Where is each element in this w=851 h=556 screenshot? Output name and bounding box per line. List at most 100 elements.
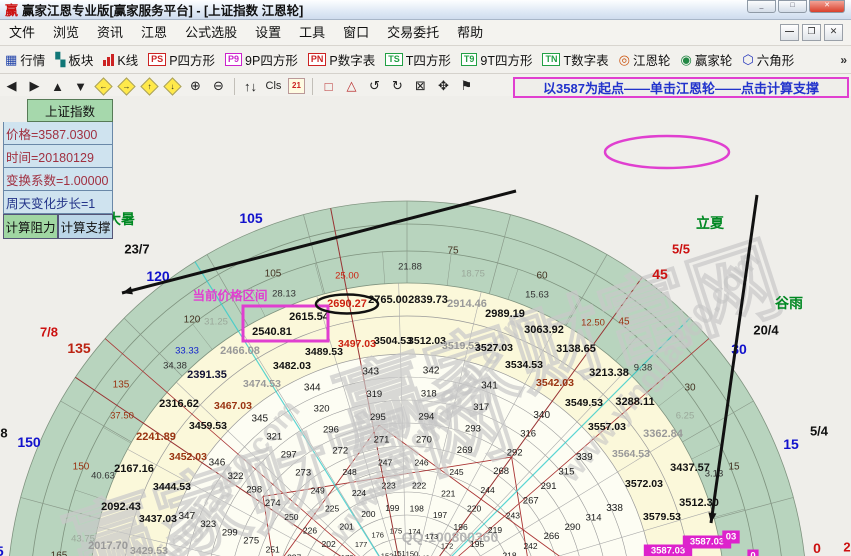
mdi-restore-button[interactable]: ❐ xyxy=(802,24,821,41)
wheel-label: 3459.53 xyxy=(189,420,227,432)
gann-wheel-chart[interactable]: 赢家财富网赢家财富网www.yingjia360.comwww.yingjia3… xyxy=(0,96,851,556)
ps-badge-icon: PS xyxy=(148,53,166,66)
toolbar-item-p-square[interactable]: PSP四方形 xyxy=(148,50,215,69)
rotate-cw-icon[interactable]: ↻ xyxy=(387,77,408,95)
panel-buttons: 计算阻力 计算支撑 xyxy=(3,214,113,239)
index-info-rows: 价格=3587.0300时间=20180129变换系数=1.00000周天变化步… xyxy=(3,122,113,214)
toolbar-overflow-chevron[interactable]: » xyxy=(840,53,847,67)
toolbar-item-9t-square[interactable]: T99T四方形 xyxy=(461,50,533,69)
wheel-label: 3138.65 xyxy=(556,343,596,355)
menu-item-5[interactable]: 设置 xyxy=(246,21,290,45)
center-icon[interactable]: ✥ xyxy=(433,77,454,95)
wheel-label: 199 xyxy=(385,503,399,513)
toolbar-item-label: 行情 xyxy=(20,50,45,69)
wheel-label: 322 xyxy=(228,471,244,482)
toolbar-item-hexagon[interactable]: ⬡六角形 xyxy=(742,50,794,69)
wheel-band xyxy=(7,201,807,556)
diamond-left-icon[interactable]: ← xyxy=(93,77,114,95)
calc-support-button[interactable]: 计算支撑 xyxy=(58,214,113,239)
wheel-label: 25.00 xyxy=(335,271,359,282)
toolbar-item-quotes[interactable]: ▦行情 xyxy=(5,50,45,69)
highlighted-support-cell[interactable] xyxy=(644,545,692,556)
toolbar-item-winner-wheel[interactable]: ◉赢家轮 xyxy=(680,50,732,69)
wheel-label: 21/3 xyxy=(843,540,851,555)
wheel-label: 5/5 xyxy=(672,242,690,257)
zoom-in-icon[interactable]: ⊕ xyxy=(185,77,206,95)
wheel-label: 246 xyxy=(414,458,428,468)
wheel-label: 2914.46 xyxy=(447,298,487,310)
price-scale-icon[interactable]: ↑↓ xyxy=(240,77,261,95)
wheel-label: 2839.73 xyxy=(408,294,448,306)
wheel-label: 2017.70 xyxy=(88,540,128,552)
diamond-up-icon[interactable]: ↑ xyxy=(139,77,160,95)
toolbar-item-p-number-table[interactable]: PNP数字表 xyxy=(308,50,375,69)
wheel-label: 150 xyxy=(406,550,419,556)
toolbar-item-gann-wheel[interactable]: ◎江恩轮 xyxy=(619,50,671,69)
wheel-label: 7/8 xyxy=(40,325,58,340)
toolbar-item-label: T数字表 xyxy=(563,50,608,69)
arrow-up-icon[interactable]: ▲ xyxy=(47,77,68,95)
wheel-label: 60 xyxy=(536,271,548,282)
chart-canvas[interactable]: 赢家财富网赢家财富网www.yingjia360.comwww.yingjia3… xyxy=(0,96,851,556)
toolbar-item-sectors[interactable]: ▚板块 xyxy=(55,50,93,69)
cls-button[interactable]: Cls xyxy=(263,77,284,95)
minimize-button[interactable]: _ xyxy=(747,0,776,13)
watermark: www.yingjia360.com xyxy=(93,393,307,556)
menu-item-0[interactable]: 文件 xyxy=(0,21,44,45)
toolbar-item-t-number-table[interactable]: TNT数字表 xyxy=(542,50,608,69)
menu-item-9[interactable]: 帮助 xyxy=(448,21,492,45)
delete-box-icon[interactable]: ⊠ xyxy=(410,77,431,95)
zoom-out-icon[interactable]: ⊖ xyxy=(208,77,229,95)
wheel-label: 221 xyxy=(441,489,455,499)
wheel-label: 23/7 xyxy=(124,242,149,257)
triangle-tool-icon[interactable]: △ xyxy=(341,77,362,95)
toolbar-item-t-square[interactable]: TST四方形 xyxy=(385,50,451,69)
maximize-button[interactable]: □ xyxy=(778,0,807,13)
arrow-down-icon[interactable]: ▼ xyxy=(70,77,91,95)
rotate-ccw-icon[interactable]: ↺ xyxy=(364,77,385,95)
calendar-icon[interactable]: 21 xyxy=(286,77,307,95)
flag-icon[interactable]: ⚑ xyxy=(456,77,477,95)
mdi-close-button[interactable]: ✕ xyxy=(824,24,843,41)
calc-resistance-button[interactable]: 计算阻力 xyxy=(3,214,58,239)
wheel-label: 291 xyxy=(541,481,557,492)
target-icon: ◎ xyxy=(619,53,630,66)
highlighted-support-cell[interactable] xyxy=(722,531,739,544)
wheel-label: 2466.08 xyxy=(220,345,260,357)
wheel-label: 谷雨 xyxy=(775,295,803,311)
wheel-label: 3452.03 xyxy=(169,451,207,463)
highlighted-support-cell[interactable] xyxy=(747,550,758,556)
menu-item-2[interactable]: 资讯 xyxy=(88,21,132,45)
menu-item-7[interactable]: 窗口 xyxy=(334,21,378,45)
arrow-right-icon[interactable]: ▶ xyxy=(24,77,45,95)
wheel-label: 105 xyxy=(239,210,263,226)
diamond-down-icon[interactable]: ↓ xyxy=(162,77,183,95)
wheel-label: 219 xyxy=(488,525,502,535)
wheel-label: 6.25 xyxy=(676,411,695,422)
diamond-right-icon[interactable]: → xyxy=(116,77,137,95)
menu-item-8[interactable]: 交易委托 xyxy=(378,21,448,45)
wheel-label: 2241.89 xyxy=(136,431,176,443)
wheel-label: 2765.00 xyxy=(368,294,408,306)
menu-item-3[interactable]: 江恩 xyxy=(132,21,176,45)
toolbar-item-kline[interactable]: K线 xyxy=(103,50,138,69)
wheel-label: 3063.92 xyxy=(524,324,564,336)
gann-wheel[interactable]: 赢家财富网赢家财富网www.yingjia360.comwww.yingjia3… xyxy=(0,201,851,556)
arrow-left-icon[interactable]: ◀ xyxy=(1,77,22,95)
wheel-label: 266 xyxy=(544,531,560,542)
menu-item-1[interactable]: 浏览 xyxy=(44,21,88,45)
mdi-minimize-button[interactable]: — xyxy=(780,24,799,41)
wheel-label: 297 xyxy=(281,449,297,460)
watermark: 赢家财富网 xyxy=(325,226,794,465)
toolbar-item-9p-square[interactable]: P99P四方形 xyxy=(225,50,298,69)
wheel-label: 292 xyxy=(507,447,523,458)
toolbar-item-label: 9P四方形 xyxy=(245,50,298,69)
menu-item-6[interactable]: 工具 xyxy=(290,21,334,45)
wheel-label: 15 xyxy=(783,436,799,452)
menu-item-4[interactable]: 公式选股 xyxy=(176,21,246,45)
highlighted-support-cell[interactable] xyxy=(683,536,731,549)
wheel-label: 2690.27 xyxy=(327,298,367,310)
close-button[interactable]: ✕ xyxy=(809,0,845,13)
wheel-label: 220 xyxy=(467,504,481,514)
square-tool-icon[interactable]: □ xyxy=(318,77,339,95)
